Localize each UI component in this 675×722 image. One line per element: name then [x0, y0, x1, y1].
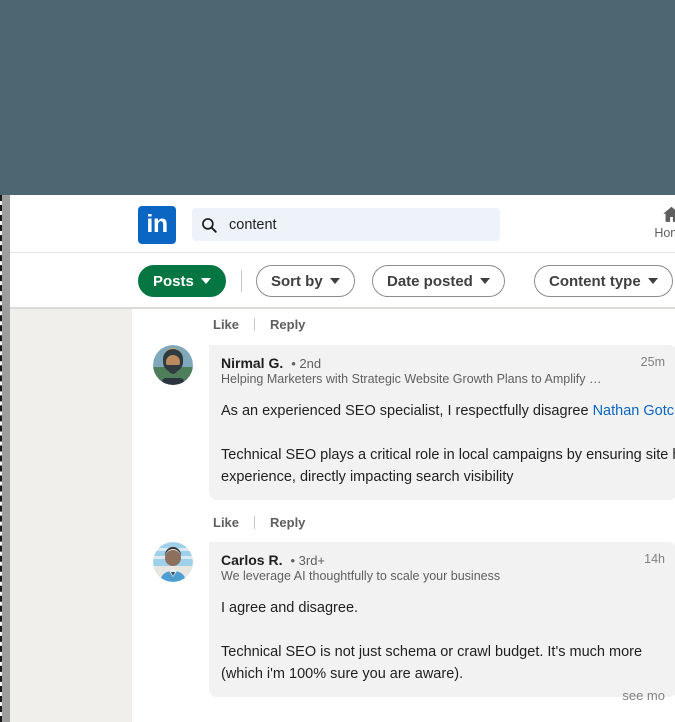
search-icon	[200, 216, 218, 234]
comment-headline: Carlos R. • 3rd+	[221, 552, 665, 568]
comment-body-pre: I agree and disagree. Technical SEO is n…	[221, 600, 643, 682]
filter-pill-date-posted[interactable]: Date posted	[372, 265, 505, 297]
comment-timestamp: 14h	[644, 552, 665, 566]
search-input-value: content	[229, 216, 277, 233]
left-rail	[10, 308, 132, 722]
like-button[interactable]: Like	[209, 515, 243, 530]
comment-bubble: 25m Nirmal G. • 2nd Helping Marketers wi…	[209, 345, 675, 500]
comment-actions: Like Reply	[132, 309, 675, 335]
action-divider	[254, 317, 256, 331]
comment-author-name[interactable]: Nirmal G.	[221, 355, 283, 371]
comment-item: 25m Nirmal G. • 2nd Helping Marketers wi…	[132, 335, 675, 500]
action-divider	[254, 515, 256, 529]
page-gutter	[2, 195, 10, 722]
reply-button[interactable]: Reply	[266, 515, 309, 530]
comment-actions: Like Reply	[132, 509, 675, 535]
filter-pill-content-type-label: Content type	[549, 272, 641, 290]
chevron-down-icon	[200, 278, 211, 284]
search-input[interactable]: content	[192, 208, 500, 241]
browser-viewport: in content Home Posts	[0, 195, 675, 722]
comment-author-name[interactable]: Carlos R.	[221, 552, 282, 568]
comment-author-tagline: Helping Marketers with Strategic Website…	[221, 372, 602, 386]
filter-divider	[241, 270, 242, 292]
filter-pill-content-type[interactable]: Content type	[534, 265, 673, 297]
see-more-button[interactable]: see mo	[622, 688, 665, 703]
nav-item-home[interactable]: Home	[648, 204, 675, 240]
comment-headline: Nirmal G. • 2nd	[221, 355, 665, 371]
filter-pill-posts-label: Posts	[153, 272, 194, 290]
comment-bubble: 14h Carlos R. • 3rd+ We leverage AI thou…	[209, 542, 675, 703]
filter-bar: Posts Sort by Date posted Content type	[10, 253, 675, 308]
avatar[interactable]	[153, 345, 193, 385]
comment-body: As an experienced SEO specialist, I resp…	[221, 400, 675, 488]
chevron-down-icon	[329, 278, 340, 284]
nav-item-home-label: Home	[654, 226, 675, 240]
comment-mention-link[interactable]: Nathan Gotch	[593, 403, 675, 419]
reply-button[interactable]: Reply	[266, 317, 309, 332]
post-card: Like Reply 25m Nirmal G. • 2nd Helping M…	[132, 308, 675, 722]
comment-author-degree: • 3rd+	[290, 553, 326, 568]
comment-body: I agree and disagree. Technical SEO is n…	[221, 597, 675, 685]
chevron-down-icon	[647, 278, 658, 284]
chevron-down-icon	[479, 278, 490, 284]
comment-body-pre: As an experienced SEO specialist, I resp…	[221, 403, 593, 419]
filter-pill-sort-by[interactable]: Sort by	[256, 265, 355, 297]
global-header: in content Home	[10, 195, 675, 253]
filter-pill-sort-by-label: Sort by	[271, 272, 323, 290]
home-icon	[648, 204, 675, 225]
linkedin-logo[interactable]: in	[138, 206, 176, 244]
comment-author-degree: • 2nd	[291, 356, 322, 371]
filter-pill-date-posted-label: Date posted	[387, 272, 473, 290]
comment-item: 14h Carlos R. • 3rd+ We leverage AI thou…	[132, 535, 675, 703]
comment-author-tagline: We leverage AI thoughtfully to scale you…	[221, 569, 501, 583]
comment-timestamp: 25m	[640, 355, 665, 369]
avatar[interactable]	[153, 542, 193, 582]
like-button[interactable]: Like	[209, 317, 243, 332]
desktop-backdrop	[0, 0, 675, 195]
filter-pill-posts[interactable]: Posts	[138, 265, 226, 297]
content-area: Like Reply 25m Nirmal G. • 2nd Helping M…	[10, 308, 675, 722]
